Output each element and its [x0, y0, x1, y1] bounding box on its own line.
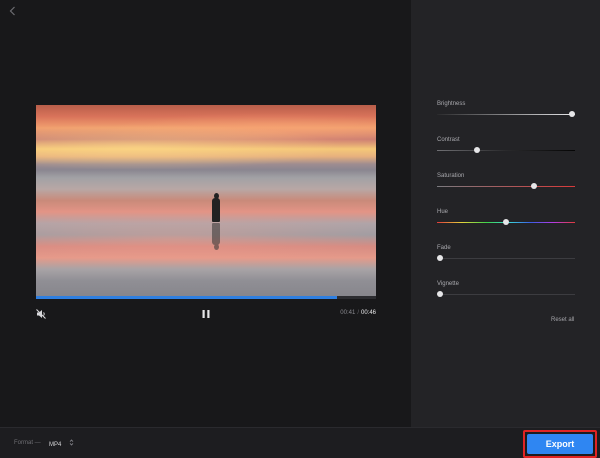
hue-control: Hue: [437, 208, 575, 226]
contrast-slider[interactable]: [437, 147, 575, 154]
brightness-label: Brightness: [437, 101, 466, 107]
hue-slider-knob[interactable]: [503, 219, 509, 225]
hue-label: Hue: [437, 209, 449, 215]
brightness-slider[interactable]: [437, 111, 576, 118]
saturation-label: Saturation: [437, 173, 465, 179]
back-chevron-icon[interactable]: [6, 4, 20, 18]
video-progress-bar[interactable]: [36, 296, 376, 299]
adjustments-panel: Brightness Contrast Saturation Hue Fade …: [411, 0, 600, 427]
fade-label: Fade: [437, 245, 451, 251]
saturation-slider[interactable]: [437, 183, 575, 190]
video-preview[interactable]: [36, 105, 376, 296]
format-select[interactable]: MP4: [49, 439, 74, 448]
person-silhouette: [211, 193, 221, 223]
chevron-up-down-icon: [69, 439, 74, 448]
total-time: 00:46: [360, 310, 376, 316]
reset-all-button[interactable]: Reset all: [551, 317, 574, 323]
export-button[interactable]: Export: [527, 434, 593, 454]
pause-icon[interactable]: [199, 307, 213, 321]
contrast-label: Contrast: [437, 137, 460, 143]
vignette-label: Vignette: [437, 281, 459, 287]
footer-bar: Format — MP4 Export: [0, 427, 600, 458]
vignette-control: Vignette: [436, 280, 575, 298]
current-time: 00:41: [340, 310, 356, 316]
time-separator: /: [357, 310, 359, 316]
fade-slider[interactable]: [436, 255, 575, 262]
video-progress-fill: [36, 296, 337, 299]
brightness-control: Brightness: [437, 100, 576, 118]
contrast-control: Contrast: [437, 136, 575, 154]
saturation-control: Saturation: [437, 172, 575, 190]
fade-control: Fade: [436, 244, 575, 262]
format-value: MP4: [49, 442, 62, 448]
saturation-slider-knob[interactable]: [530, 183, 537, 189]
vignette-slider[interactable]: [436, 291, 575, 298]
playback-time: 00:41/00:46: [320, 310, 376, 316]
format-label: Format —: [14, 440, 41, 446]
person-reflection: [211, 223, 221, 251]
contrast-slider-knob[interactable]: [474, 147, 481, 153]
mute-icon[interactable]: [34, 307, 48, 321]
fade-slider-knob[interactable]: [436, 255, 443, 261]
video-sky: [36, 105, 376, 296]
preview-area: 00:41/00:46: [0, 0, 411, 427]
brightness-slider-knob[interactable]: [569, 111, 576, 117]
hue-slider[interactable]: [437, 219, 575, 226]
vignette-slider-knob[interactable]: [436, 291, 443, 297]
